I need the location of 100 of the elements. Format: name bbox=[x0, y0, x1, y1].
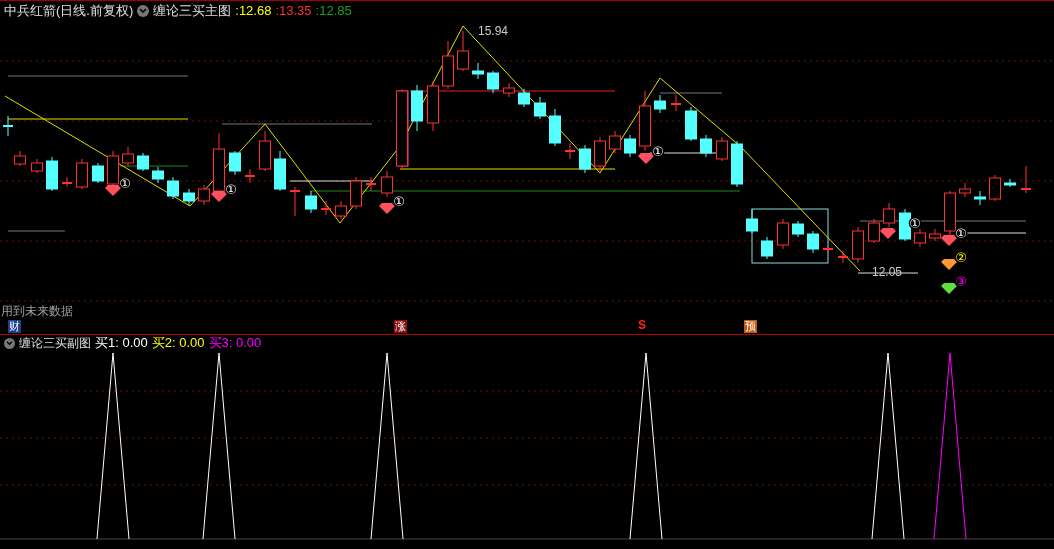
candlestick bbox=[427, 80, 439, 132]
candlestick bbox=[213, 132, 225, 194]
candlestick bbox=[685, 106, 697, 142]
candlestick bbox=[259, 130, 271, 172]
candlestick bbox=[883, 202, 895, 228]
candlestick bbox=[442, 40, 454, 90]
signal-label: ① bbox=[119, 176, 131, 191]
candlestick bbox=[777, 218, 789, 250]
candlestick bbox=[46, 156, 58, 192]
candlestick bbox=[564, 142, 576, 160]
signal-label: ① bbox=[652, 144, 664, 159]
event-marker[interactable]: S bbox=[638, 318, 646, 333]
candlestick bbox=[746, 208, 758, 234]
candlestick bbox=[335, 200, 347, 220]
candlestick bbox=[700, 134, 712, 158]
candlestick bbox=[122, 146, 134, 167]
candlestick bbox=[365, 176, 377, 192]
candlestick bbox=[472, 62, 484, 80]
signal-label: ① bbox=[393, 194, 405, 209]
event-marker[interactable]: 涨 bbox=[394, 320, 407, 333]
future-data-note: 用到未来数据 bbox=[1, 305, 73, 317]
candlestick bbox=[959, 182, 971, 198]
candlestick bbox=[92, 162, 104, 184]
candlestick bbox=[411, 84, 423, 132]
candlestick bbox=[518, 88, 530, 108]
candlestick bbox=[350, 176, 362, 210]
signal-label: ① bbox=[225, 182, 237, 197]
candlestick bbox=[198, 184, 210, 206]
diamond-icon bbox=[105, 185, 121, 196]
indicator-value: :12.85 bbox=[315, 2, 352, 21]
price-label: 15.94 bbox=[478, 24, 509, 38]
candlestick bbox=[974, 190, 986, 206]
candlestick bbox=[792, 220, 804, 238]
indicator-title: 缠论三买主图 bbox=[153, 2, 232, 21]
event-marker[interactable]: 预 bbox=[744, 320, 757, 333]
stock-title: 中兵红箭(日线.前复权) bbox=[4, 2, 134, 21]
candlestick bbox=[609, 130, 621, 154]
candlestick bbox=[852, 226, 864, 264]
candlestick bbox=[594, 136, 606, 172]
candlestick bbox=[716, 136, 728, 162]
indicator-value: :12.68 bbox=[235, 2, 272, 21]
level-line bbox=[119, 165, 189, 167]
price-label: 12.05 bbox=[872, 265, 903, 279]
candlestick bbox=[534, 96, 546, 120]
candlestick bbox=[381, 170, 393, 198]
diamond-icon bbox=[638, 153, 654, 164]
collapse-icon[interactable] bbox=[137, 5, 150, 17]
candlestick bbox=[914, 228, 926, 248]
candlestick bbox=[305, 190, 317, 214]
collapse-icon[interactable] bbox=[4, 337, 15, 349]
candlestick bbox=[107, 150, 119, 187]
candlestick bbox=[579, 144, 591, 174]
diamond-icon bbox=[379, 203, 395, 214]
candlestick bbox=[624, 134, 636, 158]
candlestick bbox=[457, 30, 469, 72]
candlestick bbox=[31, 158, 43, 174]
indicator-value: 买2: 0.00 bbox=[151, 334, 205, 353]
candlestick bbox=[654, 94, 666, 114]
candlestick bbox=[503, 82, 515, 98]
sub-chart-title: 缠论三买副图 bbox=[19, 335, 91, 352]
level-line bbox=[7, 230, 66, 232]
diamond-icon bbox=[941, 283, 957, 294]
diamond-icon bbox=[211, 191, 227, 202]
candlestick bbox=[944, 190, 956, 236]
candlestick bbox=[868, 218, 880, 244]
candlestick bbox=[929, 228, 941, 242]
level-line bbox=[659, 92, 723, 94]
candlestick bbox=[14, 150, 26, 167]
candlestick bbox=[761, 236, 773, 260]
candlestick bbox=[1004, 178, 1016, 188]
candlestick bbox=[822, 244, 834, 254]
candlestick bbox=[639, 90, 651, 152]
candlestick bbox=[274, 150, 286, 192]
signal-label: ② bbox=[955, 250, 967, 265]
candlestick bbox=[320, 200, 332, 216]
signal-label: ① bbox=[955, 226, 967, 241]
diamond-icon bbox=[941, 235, 957, 246]
candlestick bbox=[549, 108, 561, 147]
candlestick bbox=[731, 140, 743, 188]
diamond-icon bbox=[941, 259, 957, 270]
candlestick bbox=[61, 176, 73, 188]
candlestick bbox=[899, 208, 911, 242]
candlestick bbox=[229, 150, 241, 176]
candlestick bbox=[76, 158, 88, 190]
signal-label: ③ bbox=[955, 274, 967, 289]
candlestick bbox=[152, 166, 164, 184]
candlestick bbox=[2, 115, 14, 137]
candlestick bbox=[989, 174, 1001, 202]
indicator-value: 买1: 0.00 bbox=[95, 334, 148, 353]
indicator-value: :13.35 bbox=[275, 2, 312, 21]
candlestick bbox=[837, 250, 849, 264]
event-marker[interactable]: 财 bbox=[8, 320, 21, 333]
candlestick bbox=[167, 176, 179, 200]
candlestick bbox=[487, 70, 499, 94]
candlestick bbox=[807, 230, 819, 254]
level-line bbox=[857, 272, 919, 274]
candlestick bbox=[244, 168, 256, 184]
indicator-value: 买3: 0.00 bbox=[208, 334, 262, 353]
candlestick bbox=[137, 152, 149, 172]
candlestick bbox=[670, 94, 682, 112]
